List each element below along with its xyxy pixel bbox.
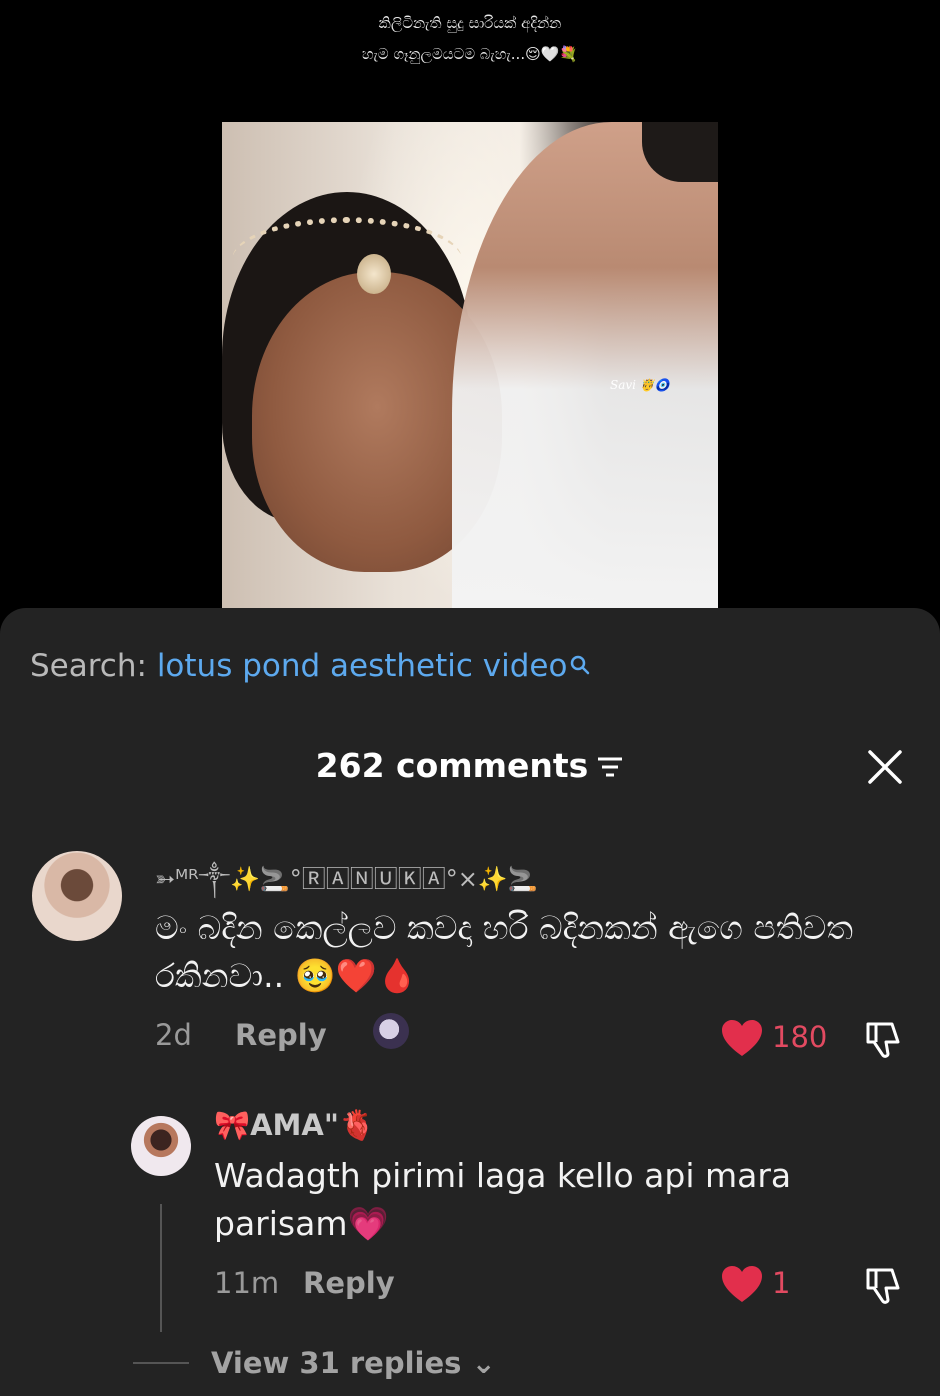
caption-line-1: කිලිටිනැති සුදු සාරියක් අදින්න bbox=[378, 14, 562, 32]
dislike-icon[interactable] bbox=[864, 1264, 906, 1310]
creator-liked-avatar bbox=[373, 1013, 409, 1049]
reply-time: 11m bbox=[214, 1266, 280, 1300]
reply-button[interactable]: Reply bbox=[303, 1266, 395, 1300]
heart-icon[interactable] bbox=[720, 1264, 764, 1308]
dislike-icon[interactable] bbox=[864, 1018, 906, 1064]
like-count: 1 bbox=[772, 1266, 791, 1300]
video-player[interactable]: Savi 🤴🧿 bbox=[222, 122, 718, 608]
search-label: Search: bbox=[30, 648, 147, 684]
video-forehead-jewel bbox=[357, 254, 391, 294]
caption-line-2: හැම ගෑනුලමයටම බැහැ...😌🤍💐 bbox=[361, 45, 579, 63]
search-icon bbox=[569, 648, 591, 684]
view-replies-divider bbox=[133, 1362, 189, 1364]
reply-username[interactable]: 🎀AMA"🫀 bbox=[214, 1108, 375, 1143]
avatar[interactable] bbox=[32, 851, 122, 941]
view-replies-button[interactable]: View 31 replies ⌄ bbox=[211, 1346, 496, 1380]
heart-icon[interactable] bbox=[720, 1018, 764, 1062]
search-query-link[interactable]: lotus pond aesthetic video bbox=[157, 648, 568, 684]
reply-button[interactable]: Reply bbox=[235, 1018, 327, 1052]
close-icon[interactable] bbox=[866, 748, 904, 786]
comments-count: 262 comments bbox=[315, 746, 589, 785]
like-count: 180 bbox=[772, 1020, 828, 1054]
video-watermark: Savi 🤴🧿 bbox=[610, 378, 670, 392]
comments-count-header: 262 comments bbox=[0, 746, 940, 787]
avatar[interactable] bbox=[131, 1116, 191, 1176]
reply-text: Wadagth pirimi laga kello api mara paris… bbox=[214, 1156, 792, 1243]
comments-sheet: Search: lotus pond aesthetic video 262 c… bbox=[0, 608, 940, 1396]
filter-icon[interactable] bbox=[596, 748, 624, 787]
thread-divider bbox=[160, 1204, 162, 1332]
search-suggestion[interactable]: Search: lotus pond aesthetic video bbox=[30, 648, 591, 684]
video-headpiece bbox=[232, 217, 462, 303]
comment-text: මං බදින කෙල්ලව කවදා හරි බදිනකන් ඇගෙ පතිව… bbox=[155, 908, 854, 995]
comment-time: 2d bbox=[155, 1018, 192, 1052]
video-caption: කිලිටිනැති සුදු සාරියක් අදින්න හැම ගෑනුල… bbox=[0, 8, 940, 70]
